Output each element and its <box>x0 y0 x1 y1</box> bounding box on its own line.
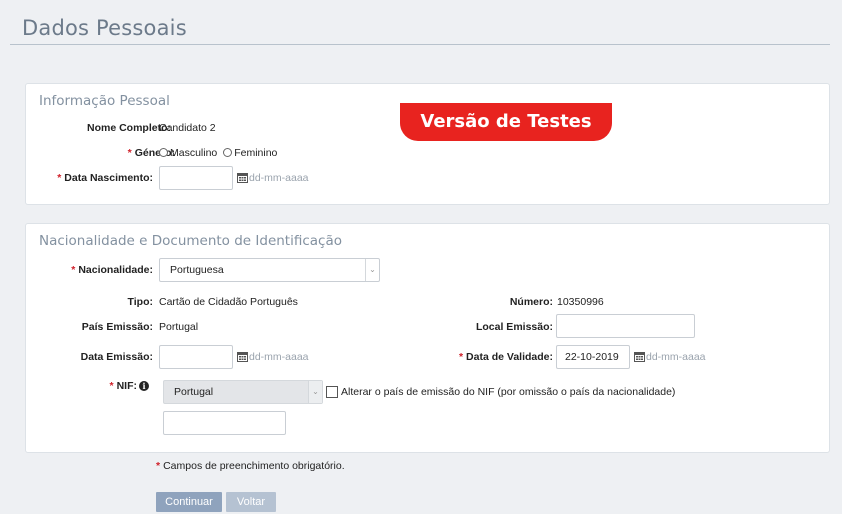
change-nif-country-checkbox[interactable] <box>326 386 338 398</box>
personal-info-title: Informação Pessoal <box>39 93 170 109</box>
validity-date-input[interactable]: 22-10-2019 <box>556 345 630 369</box>
back-button[interactable]: Voltar <box>226 492 276 512</box>
validity-date-label: * Data de Validade: <box>458 351 553 363</box>
birth-date-input[interactable] <box>159 166 233 190</box>
change-nif-country-label[interactable]: Alterar o país de emissão do NIF (por om… <box>341 386 675 398</box>
gender-option-male[interactable]: Masculino <box>159 147 217 159</box>
issue-country-value: Portugal <box>159 321 199 333</box>
issue-place-label: Local Emissão: <box>475 321 553 333</box>
nationality-label: * Nacionalidade: <box>71 264 153 276</box>
issue-country-label: País Emissão: <box>81 321 153 333</box>
nif-country-select[interactable]: Portugal ⌄ <box>163 380 323 404</box>
validity-date-hint: dd-mm-aaaa <box>646 351 706 363</box>
calendar-icon[interactable] <box>237 172 248 183</box>
calendar-icon[interactable] <box>634 351 645 362</box>
nationality-selected-value: Portuguesa <box>170 264 224 276</box>
continue-button[interactable]: Continuar <box>156 492 222 512</box>
required-marker: * <box>109 380 114 392</box>
calendar-icon[interactable] <box>237 351 248 362</box>
nif-label: * NIF: i <box>109 380 149 392</box>
required-marker: * <box>458 351 464 363</box>
required-marker: * <box>57 172 62 184</box>
full-name-value: Candidato 2 <box>159 122 216 134</box>
info-icon[interactable]: i <box>139 381 149 391</box>
doc-number-label: Número: <box>509 296 553 308</box>
gender-option-female[interactable]: Feminino <box>223 147 277 159</box>
required-marker: * <box>127 147 132 159</box>
issue-date-input[interactable] <box>159 345 233 369</box>
required-marker: * <box>156 460 161 472</box>
nationality-section-title: Nacionalidade e Documento de Identificaç… <box>39 233 343 249</box>
birth-date-hint: dd-mm-aaaa <box>249 172 309 184</box>
nationality-card: Nacionalidade e Documento de Identificaç… <box>25 223 830 453</box>
title-divider <box>10 44 830 45</box>
issue-place-input[interactable] <box>556 314 695 338</box>
radio-male[interactable] <box>159 148 168 157</box>
test-version-badge: Versão de Testes <box>400 103 612 141</box>
chevron-down-icon[interactable]: ⌄ <box>365 259 379 281</box>
birth-date-label: * Data Nascimento: <box>57 172 153 184</box>
doc-number-value: 10350996 <box>557 296 604 308</box>
gender-radio-group: Masculino Feminino <box>159 147 277 159</box>
required-marker: * <box>71 264 76 276</box>
nif-country-value: Portugal <box>174 386 214 398</box>
nif-input[interactable] <box>163 411 286 435</box>
doc-type-label: Tipo: <box>127 296 153 308</box>
radio-female[interactable] <box>223 148 233 157</box>
required-fields-note: * Campos de preenchimento obrigatório. <box>156 460 345 472</box>
page-title: Dados Pessoais <box>22 16 187 40</box>
doc-type-value: Cartão de Cidadão Português <box>159 296 298 308</box>
issue-date-hint: dd-mm-aaaa <box>249 351 309 363</box>
personal-info-card: Informação Pessoal Nome Completo: Candid… <box>25 83 830 205</box>
chevron-down-icon[interactable]: ⌄ <box>308 381 322 403</box>
nationality-select[interactable]: Portuguesa ⌄ <box>159 258 380 282</box>
issue-date-label: Data Emissão: <box>80 351 153 363</box>
